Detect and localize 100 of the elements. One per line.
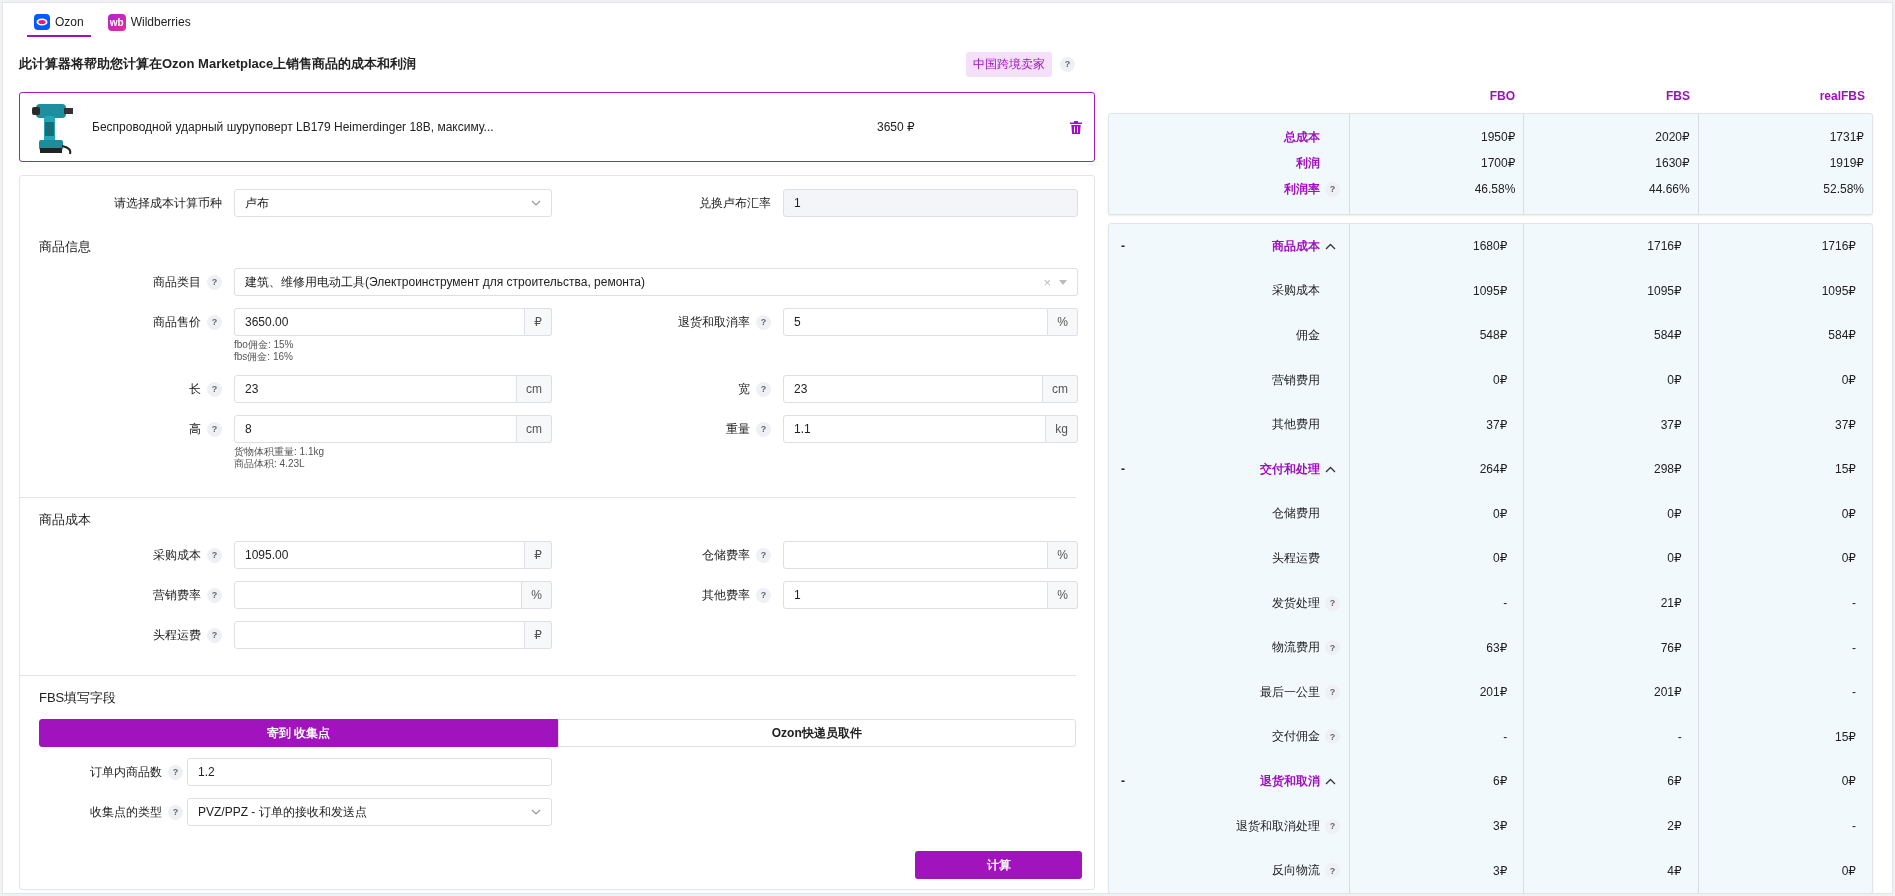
- value-text: -: [1852, 819, 1856, 833]
- value-text: 2020₽: [1655, 130, 1690, 144]
- row-label: 物流费用: [1272, 639, 1320, 657]
- value-text: 0₽: [1841, 551, 1856, 566]
- field-label: 仓储费率: [702, 546, 750, 564]
- unit-label: cm: [1043, 375, 1078, 403]
- field-label: 订单内商品数: [90, 763, 162, 781]
- input-field[interactable]: [234, 581, 523, 609]
- dash-marker: -: [1120, 774, 1125, 789]
- segment-tab[interactable]: Ozon快递员取件: [557, 719, 1076, 747]
- help-icon[interactable]: ?: [756, 314, 771, 330]
- hint-text: 商品体积: 4.23L: [234, 458, 306, 470]
- help-icon[interactable]: ?: [207, 314, 222, 330]
- input-field[interactable]: 1.2: [187, 758, 552, 786]
- help-icon[interactable]: ?: [1325, 595, 1340, 611]
- input-field[interactable]: 1095.00: [234, 541, 526, 569]
- input-field[interactable]: 8: [234, 415, 517, 443]
- input-field[interactable]: 23: [234, 375, 517, 403]
- help-icon[interactable]: ?: [207, 587, 222, 603]
- unit-label: %: [1048, 308, 1078, 336]
- unit-label: cm: [517, 375, 552, 403]
- help-icon[interactable]: ?: [756, 421, 771, 437]
- value-text: 298₽: [1654, 462, 1682, 477]
- value-text: -: [1503, 729, 1508, 744]
- help-icon[interactable]: ?: [1325, 684, 1340, 700]
- unit-label: %: [1048, 581, 1078, 609]
- logo-icon: wb: [107, 13, 126, 31]
- input-field[interactable]: 3650.00: [234, 308, 526, 336]
- select-field[interactable]: 卢布: [234, 189, 552, 217]
- row-label: 仓储费用: [1272, 505, 1320, 523]
- value-text: 0₽: [1841, 506, 1856, 521]
- row-label: 最后一公里: [1260, 683, 1320, 701]
- help-icon[interactable]: ?: [756, 381, 771, 397]
- category-select[interactable]: 建筑、维修用电动工具(Электроинструмент для строительства, ремонта) ×: [234, 268, 1078, 296]
- help-icon[interactable]: ?: [207, 274, 222, 290]
- value-text: 44.66%: [1648, 182, 1690, 196]
- help-icon[interactable]: ?: [756, 547, 771, 563]
- value-text: 15₽: [1835, 729, 1856, 744]
- help-icon[interactable]: ?: [168, 764, 183, 780]
- input-field[interactable]: [783, 541, 1049, 569]
- row-label: 交付佣金: [1272, 728, 1320, 746]
- value-text: 201₽: [1654, 685, 1682, 700]
- value-text: 6₽: [1667, 774, 1682, 789]
- field-label: 长: [189, 380, 201, 398]
- input-field[interactable]: 5: [783, 308, 1049, 336]
- value-text: 264₽: [1479, 462, 1508, 477]
- value-text: 584₽: [1654, 328, 1682, 343]
- input-field[interactable]: [234, 621, 526, 649]
- value-text: 548₽: [1479, 328, 1508, 343]
- tab[interactable]: wb Wildberries: [100, 9, 198, 37]
- input-field[interactable]: 1.1: [783, 415, 1047, 443]
- hint-text: fbs佣金: 16%: [234, 351, 294, 363]
- row-label: 利润: [1296, 154, 1320, 172]
- help-icon[interactable]: ?: [1325, 181, 1340, 197]
- value-text: 37₽: [1660, 417, 1682, 432]
- chevron-up-icon[interactable]: [1325, 242, 1336, 250]
- help-icon[interactable]: ?: [1325, 729, 1340, 745]
- value-text: 1716₽: [1647, 239, 1682, 254]
- value-text: 0₽: [1493, 551, 1508, 566]
- help-icon[interactable]: ?: [207, 381, 222, 397]
- unit-label: %: [1048, 541, 1078, 569]
- value-text: 2₽: [1667, 819, 1682, 833]
- calculate-button[interactable]: 计算: [915, 851, 1082, 879]
- tab[interactable]: Ozon: [27, 9, 91, 37]
- value-text: 1919₽: [1829, 156, 1864, 170]
- logo-icon: [34, 14, 50, 30]
- help-icon[interactable]: ?: [207, 627, 222, 643]
- select-field[interactable]: PVZ/PPZ - 订单的接收和发送点: [187, 798, 552, 826]
- input-field[interactable]: 23: [783, 375, 1043, 403]
- field-label: 其他费率: [702, 586, 750, 604]
- help-icon[interactable]: ?: [1325, 818, 1340, 834]
- value-text: 1716₽: [1821, 239, 1856, 254]
- trash-icon[interactable]: [1070, 120, 1082, 134]
- field-label: 兑换卢布汇率: [699, 194, 771, 212]
- help-icon[interactable]: ?: [756, 587, 771, 603]
- help-icon[interactable]: ?: [207, 421, 222, 437]
- chevron-up-icon[interactable]: [1325, 777, 1336, 785]
- chevron-up-icon[interactable]: [1325, 465, 1336, 473]
- unit-label: ₽: [525, 308, 552, 336]
- value-text: -: [1503, 596, 1508, 611]
- input-field[interactable]: 1: [783, 581, 1049, 609]
- row-label: 发货处理: [1272, 594, 1320, 612]
- hint-text: 货物体积重量: 1.1kg: [234, 446, 326, 458]
- page-title: 此计算器将帮助您计算在Ozon Marketplace上销售商品的成本和利润: [19, 55, 418, 73]
- row-label: 其他费用: [1272, 416, 1320, 434]
- help-icon[interactable]: ?: [1060, 56, 1075, 72]
- value-text: -: [1677, 729, 1682, 744]
- help-icon[interactable]: ?: [207, 547, 222, 563]
- help-icon[interactable]: ?: [1325, 863, 1340, 879]
- value-text: 3₽: [1493, 863, 1508, 878]
- segment-tab[interactable]: 寄到 收集点: [39, 719, 558, 747]
- field-label: 商品售价: [153, 313, 201, 331]
- field-label: 收集点的类型: [90, 803, 162, 821]
- value-text: 1700₽: [1481, 156, 1516, 170]
- unit-label: %: [522, 581, 552, 609]
- dash-marker: -: [1120, 239, 1125, 254]
- column-header: FBO: [1489, 89, 1515, 103]
- help-icon[interactable]: ?: [168, 804, 183, 820]
- help-icon[interactable]: ?: [1325, 640, 1340, 656]
- value-text: 76₽: [1660, 640, 1682, 655]
